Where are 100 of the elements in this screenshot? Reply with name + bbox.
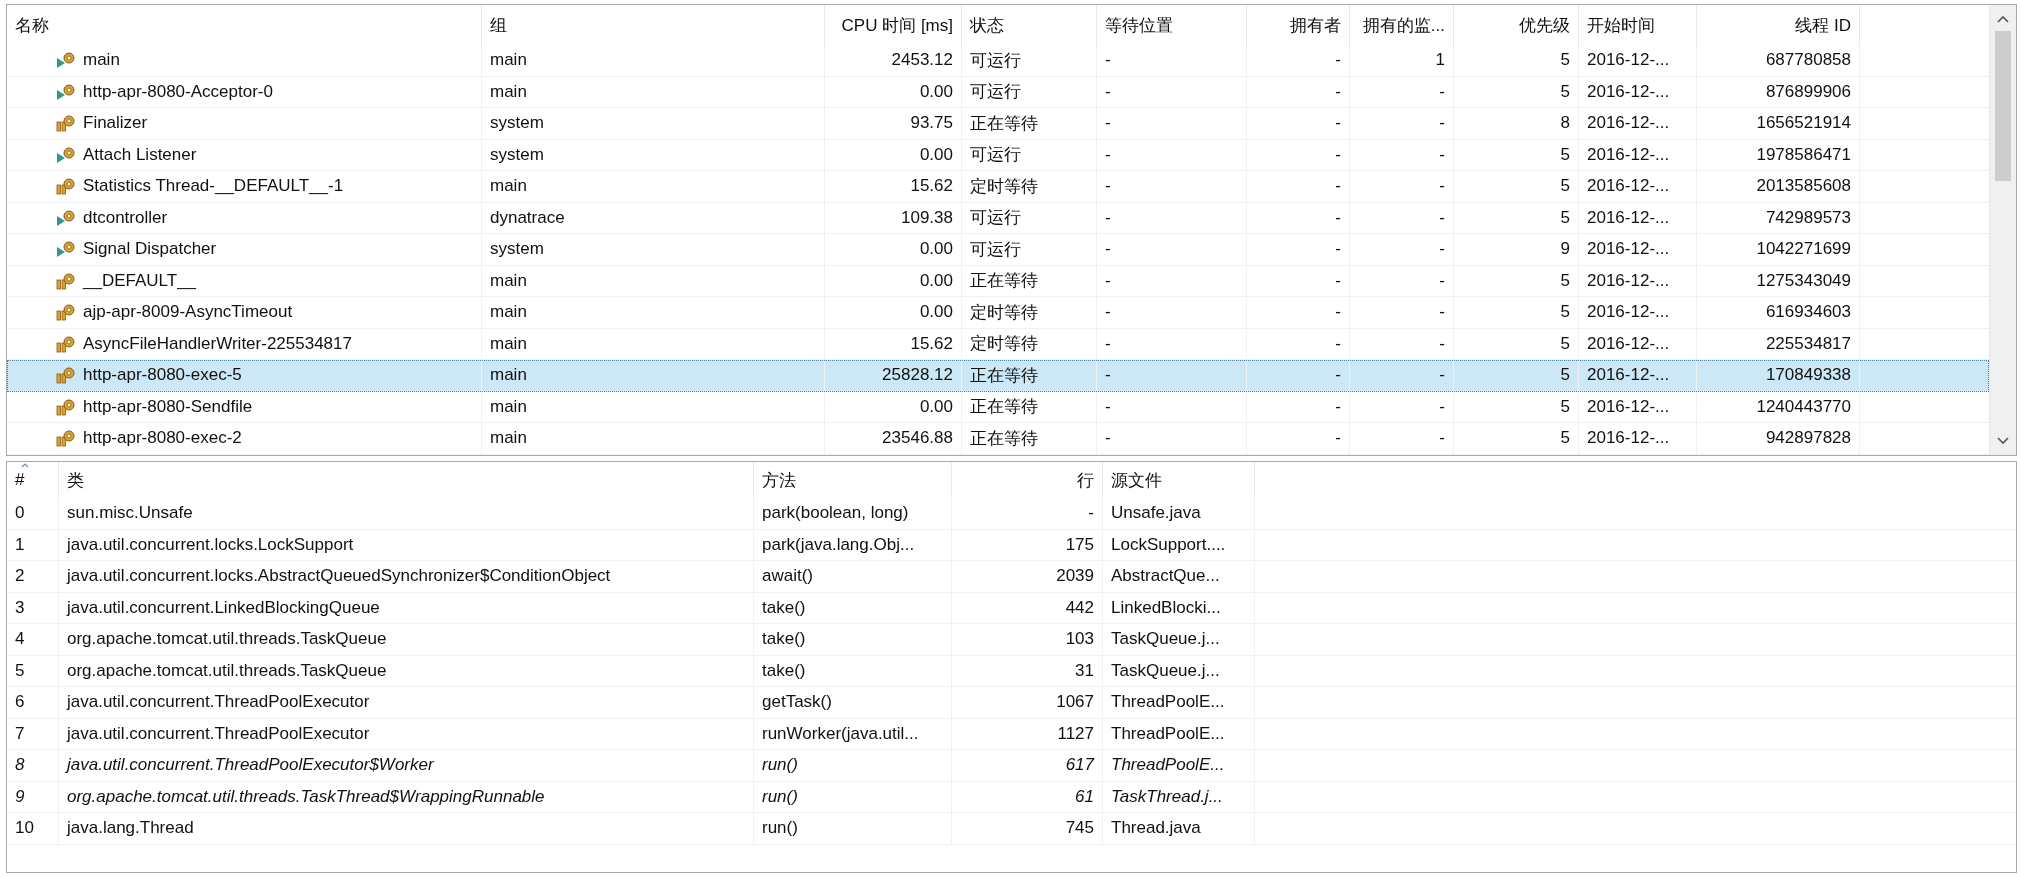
stack-frame-row[interactable]: 5 org.apache.tomcat.util.threads.TaskQueue take() 31 TaskQueue.j... xyxy=(7,655,2016,687)
table-cell: 442 xyxy=(952,592,1103,623)
table-cell: 2016-12-... xyxy=(1579,391,1697,422)
table-cell: run() xyxy=(754,813,952,844)
table-cell: org.apache.tomcat.util.threads.TaskQueue xyxy=(59,624,754,655)
stack-frame-row[interactable]: 9 org.apache.tomcat.util.threads.TaskThread$WrappingRunnable run() 61 TaskThread.j... xyxy=(7,781,2016,813)
thread-row[interactable]: ajp-apr-8009-AsyncTimeout main 0.00 定时等待 - - - 5 2016-12-... 616934603 xyxy=(7,297,1989,329)
thread-row[interactable]: http-apr-8080-exec-2 main 23546.88 正在等待 - - - 5 2016-12-... 942897828 xyxy=(7,423,1989,455)
table-cell: - xyxy=(1350,108,1454,139)
table-cell: 2016-12-... xyxy=(1579,171,1697,202)
table-cell: - xyxy=(1247,76,1350,107)
table-cell: dynatrace xyxy=(482,202,825,233)
stack-frame-row[interactable]: 6 java.util.concurrent.ThreadPoolExecutor getTask() 1067 ThreadPoolE... xyxy=(7,687,2016,719)
stack-frame-row[interactable]: 0 sun.misc.Unsafe park(boolean, long) - Unsafe.java xyxy=(7,498,2016,530)
table-cell: - xyxy=(1350,234,1454,265)
table-cell: 175 xyxy=(952,529,1103,560)
thread-row[interactable]: http-apr-8080-exec-5 main 25828.12 正在等待 - - - 5 2016-12-... 170849338 xyxy=(7,360,1989,392)
stack-frame-row[interactable]: 10 java.lang.Thread run() 745 Thread.java xyxy=(7,813,2016,845)
stack-frame-row[interactable]: 8 java.util.concurrent.ThreadPoolExecutor$Worker run() 617 ThreadPoolE... xyxy=(7,750,2016,782)
table-cell: Signal Dispatcher xyxy=(83,239,217,260)
stack-frame-row[interactable]: 3 java.util.concurrent.LinkedBlockingQueue take() 442 LinkedBlocki... xyxy=(7,592,2016,624)
table-cell: 61 xyxy=(952,781,1103,812)
table-cell: Attach Listener xyxy=(83,144,197,165)
table-cell: - xyxy=(1097,234,1247,265)
stack-frame-row[interactable]: 7 java.util.concurrent.ThreadPoolExecutor runWorker(java.util... 1127 ThreadPoolE... xyxy=(7,718,2016,750)
table-cell: main xyxy=(482,328,825,359)
table-cell: - xyxy=(1097,139,1247,170)
table-cell: 5 xyxy=(7,655,59,686)
table-cell: java.util.concurrent.ThreadPoolExecutor$Worker xyxy=(59,750,754,781)
table-cell: 2016-12-... xyxy=(1579,360,1697,391)
thread-row[interactable]: Finalizer system 93.75 正在等待 - - - 8 2016-12-... 1656521914 xyxy=(7,108,1989,140)
table-cell: take() xyxy=(754,655,952,686)
table-cell: 9 xyxy=(7,781,59,812)
table-cell: 正在等待 xyxy=(962,265,1097,296)
table-cell: 616934603 xyxy=(1697,297,1860,328)
table-cell: 0.00 xyxy=(825,265,962,296)
thread-row[interactable]: http-apr-8080-Sendfile main 0.00 正在等待 - - - 5 2016-12-... 1240443770 xyxy=(7,391,1989,423)
table-cell: 876899906 xyxy=(1697,76,1860,107)
table-cell: Finalizer xyxy=(83,113,148,134)
scroll-up-icon[interactable] xyxy=(1997,15,2009,23)
table-cell: main xyxy=(482,423,825,454)
table-cell: 2016-12-... xyxy=(1579,297,1697,328)
table-cell: - xyxy=(1350,202,1454,233)
table-cell: 0 xyxy=(7,498,59,529)
table-cell: java.util.concurrent.LinkedBlockingQueue xyxy=(59,592,754,623)
table-cell: ajp-apr-8009-AsyncTimeout xyxy=(83,302,293,323)
table-cell: Thread.java xyxy=(1103,813,1255,844)
thread-row[interactable]: http-apr-8080-Acceptor-0 main 0.00 可运行 - - - 5 2016-12-... 876899906 xyxy=(7,76,1989,108)
table-cell: 可运行 xyxy=(962,234,1097,265)
table-cell: 0.00 xyxy=(825,234,962,265)
thread-row[interactable]: __DEFAULT__ main 0.00 正在等待 - - - 5 2016-12-... 1275343049 xyxy=(7,265,1989,297)
table-cell: - xyxy=(1247,328,1350,359)
table-cell: - xyxy=(1247,139,1350,170)
scrollbar-thumb[interactable] xyxy=(1995,31,2011,181)
thread-row[interactable]: Statistics Thread-__DEFAULT__-1 main 15.62 定时等待 - - - 5 2016-12-... 2013585608 xyxy=(7,171,1989,203)
table-cell: ThreadPoolE... xyxy=(1103,718,1255,749)
running-thread-icon xyxy=(55,208,77,227)
table-cell: - xyxy=(1097,45,1247,76)
thread-row[interactable]: main main 2453.12 可运行 - - 1 5 2016-12-... 687780858 xyxy=(7,45,1989,77)
stack-frame-row[interactable]: 2 java.util.concurrent.locks.AbstractQueuedSynchronizer$ConditionObject await() 2039 AbstractQue... xyxy=(7,561,2016,593)
table-cell: 109.38 xyxy=(825,202,962,233)
table-cell: - xyxy=(1247,391,1350,422)
table-cell: 5 xyxy=(1454,297,1579,328)
stack-frame-row[interactable]: 1 java.util.concurrent.locks.LockSupport park(java.lang.Obj... 175 LockSupport.... xyxy=(7,529,2016,561)
thread-row[interactable]: AsyncFileHandlerWriter-225534817 main 15.62 定时等待 - - - 5 2016-12-... 225534817 xyxy=(7,328,1989,360)
table-cell: - xyxy=(1097,297,1247,328)
table-cell: 8 xyxy=(1454,108,1579,139)
thread-row[interactable]: dtcontroller dynatrace 109.38 可运行 - - - 5 2016-12-... 742989573 xyxy=(7,202,1989,234)
waiting-thread-icon xyxy=(55,271,77,290)
table-cell: AbstractQue... xyxy=(1103,561,1255,592)
table-cell: 8 xyxy=(7,750,59,781)
table-cell: main xyxy=(83,50,120,71)
table-cell: system xyxy=(482,139,825,170)
table-cell: 5 xyxy=(1454,202,1579,233)
table-cell: 742989573 xyxy=(1697,202,1860,233)
table-cell: take() xyxy=(754,624,952,655)
table-cell: 3 xyxy=(7,592,59,623)
stack-frame-row[interactable]: 4 org.apache.tomcat.util.threads.TaskQueue take() 103 TaskQueue.j... xyxy=(7,624,2016,656)
scrollbar[interactable] xyxy=(1989,5,2016,455)
table-cell: run() xyxy=(754,781,952,812)
thread-row[interactable]: Attach Listener system 0.00 可运行 - - - 5 2016-12-... 1978586471 xyxy=(7,139,1989,171)
table-cell: 0.00 xyxy=(825,139,962,170)
waiting-thread-icon xyxy=(55,397,77,416)
table-cell: - xyxy=(1350,423,1454,454)
table-cell: 15.62 xyxy=(825,171,962,202)
scroll-down-icon[interactable] xyxy=(1997,437,2009,445)
table-cell: - xyxy=(1097,423,1247,454)
table-cell: 2016-12-... xyxy=(1579,139,1697,170)
table-cell: dtcontroller xyxy=(83,207,168,228)
waiting-thread-icon xyxy=(55,114,77,133)
table-cell: 15.62 xyxy=(825,328,962,359)
table-cell: __DEFAULT__ xyxy=(83,270,197,291)
table-cell: - xyxy=(1097,328,1247,359)
table-cell: main xyxy=(482,297,825,328)
table-cell: java.util.concurrent.locks.AbstractQueuedSynchronizer$ConditionObject xyxy=(59,561,754,592)
table-cell: 1 xyxy=(1350,45,1454,76)
table-cell: 0.00 xyxy=(825,297,962,328)
table-cell: - xyxy=(1097,76,1247,107)
table-cell: 2039 xyxy=(952,561,1103,592)
thread-row[interactable]: Signal Dispatcher system 0.00 可运行 - - - 9 2016-12-... 1042271699 xyxy=(7,234,1989,266)
